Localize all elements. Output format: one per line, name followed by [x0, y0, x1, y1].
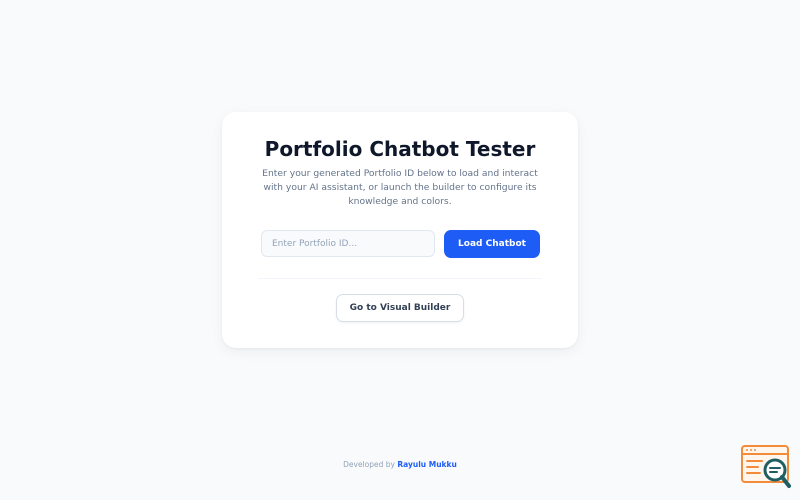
- card-description: Enter your generated Portfolio ID below …: [262, 168, 538, 207]
- tester-card: Portfolio Chatbot Tester Enter your gene…: [222, 112, 578, 348]
- footer-prefix: Developed by: [343, 460, 395, 469]
- visual-builder-button[interactable]: Go to Visual Builder: [336, 294, 464, 322]
- author-link[interactable]: Rayulu Mukku: [397, 460, 456, 469]
- browser-search-icon[interactable]: [740, 444, 792, 490]
- page-title: Portfolio Chatbot Tester: [264, 137, 536, 161]
- footer: Developed by Rayulu Mukku: [0, 459, 800, 471]
- page: Portfolio Chatbot Tester Enter your gene…: [0, 0, 800, 500]
- load-chatbot-button[interactable]: Load Chatbot: [444, 230, 540, 258]
- widget-graphic: [741, 445, 791, 488]
- divider: [258, 278, 542, 279]
- portfolio-id-input[interactable]: [261, 230, 435, 257]
